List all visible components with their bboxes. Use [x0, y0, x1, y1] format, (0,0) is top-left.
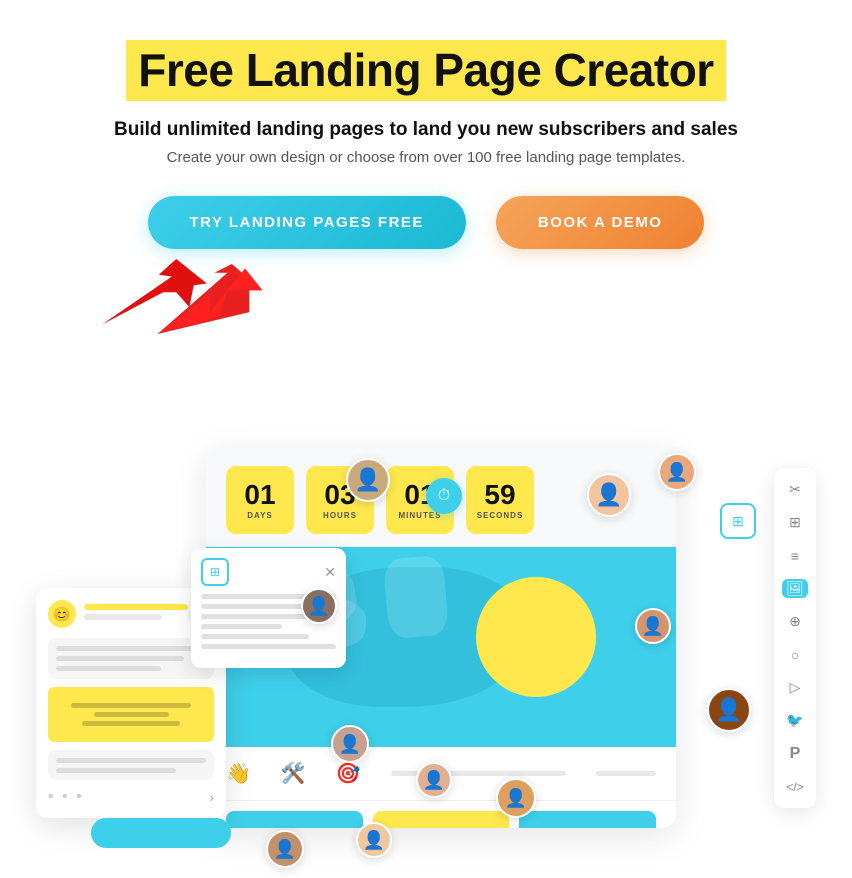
msg-line-5 — [56, 768, 176, 773]
yellow-line-1 — [71, 703, 191, 708]
avatar-face-3: 👤 — [589, 475, 629, 515]
main-title: Free Landing Page Creator — [138, 44, 713, 97]
avatar-face-8: 👤 — [418, 764, 450, 796]
avatar-2: 👤 — [658, 453, 696, 491]
avatar-face-7: 👤 — [333, 727, 367, 761]
avatar-face-6: 👤 — [709, 690, 749, 730]
avatar-8: 👤 — [416, 762, 452, 798]
right-toolbar: ✂ ⊞ ≡ 🖼 ⊕ ○ ▷ 🐦 P </> — [774, 468, 816, 808]
toolbar-scissors-icon[interactable]: ✂ — [782, 480, 808, 499]
subtitle-regular: Create your own design or choose from ov… — [60, 149, 792, 166]
icon-row-line-2 — [596, 771, 656, 776]
sun-circle — [476, 577, 596, 697]
tools-icon: 🛠️ — [281, 761, 306, 786]
bottom-cards-row — [206, 801, 676, 828]
count-days: 01 DAYS — [226, 466, 294, 534]
yellow-line-2 — [94, 712, 169, 717]
toolbar-play-icon[interactable]: ▷ — [782, 678, 808, 697]
chat-message-area — [48, 638, 214, 679]
msg-line-3 — [56, 666, 161, 671]
avatar-1: 👤 — [346, 458, 390, 502]
title-highlight: Free Landing Page Creator — [126, 40, 725, 101]
toolbar-p-icon[interactable]: P — [782, 744, 808, 763]
toolbar-layout-icon[interactable]: ⊞ — [782, 513, 808, 532]
close-icon[interactable]: ✕ — [324, 564, 336, 581]
avatar-5: 👤 — [635, 608, 671, 644]
subtitle-bold: Build unlimited landing pages to land yo… — [60, 119, 792, 141]
avatar-face-2: 👤 — [660, 455, 694, 489]
avatar-9: 👤 — [496, 778, 536, 818]
chat-dots: • • • — [48, 788, 84, 806]
bottom-card-blue-2 — [519, 811, 656, 828]
bottom-card-yellow — [373, 811, 510, 828]
red-arrow-pointing-icon — [90, 259, 210, 329]
seconds-label: SECONDS — [477, 511, 524, 520]
continent-3 — [383, 555, 450, 640]
avatar-3: 👤 — [587, 473, 631, 517]
chat-line-2 — [84, 614, 162, 620]
avatar-face-10: 👤 — [358, 824, 390, 856]
edit-line-2 — [201, 604, 309, 609]
avatar-6: 👤 — [707, 688, 751, 732]
toolbar-bird-icon[interactable]: 🐦 — [782, 711, 808, 730]
edit-line-5 — [201, 634, 309, 639]
hand-wave-icon: 👋 — [226, 761, 251, 786]
toolbar-code-icon[interactable]: </> — [782, 777, 808, 796]
book-demo-button[interactable]: BOOK A DEMO — [496, 196, 705, 249]
target-icon: 🎯 — [336, 761, 361, 786]
avatar-face-1: 👤 — [348, 460, 388, 500]
chat-avatar: 😊 — [48, 600, 76, 628]
bottom-card-blue-1 — [226, 811, 363, 828]
layout-floating-icon: ⊞ — [720, 503, 756, 539]
msg-line-4 — [56, 758, 206, 763]
toolbar-circle-icon[interactable]: ○ — [782, 645, 808, 664]
avatar-11: 👤 — [266, 830, 304, 868]
avatar-face-9: 👤 — [498, 780, 534, 816]
try-landing-pages-button[interactable]: TRY LANDING PAGES FREE — [148, 196, 466, 249]
avatar-face-5: 👤 — [637, 610, 669, 642]
edit-line-4 — [201, 624, 282, 629]
edit-line-6 — [201, 644, 336, 649]
avatar-face-4: 👤 — [303, 590, 335, 622]
toolbar-link-icon[interactable]: ⊕ — [782, 612, 808, 631]
msg-line-1 — [56, 646, 206, 651]
title-section: Free Landing Page Creator — [60, 40, 792, 101]
chat-message-area-2 — [48, 750, 214, 780]
avatar-face-11: 👤 — [268, 832, 302, 866]
chat-header: 😊 — [48, 600, 214, 628]
buttons-row: TRY LANDING PAGES FREE BOOK A DEMO — [60, 196, 792, 249]
timer-floating-icon: ⏱ — [426, 478, 462, 514]
hours-label: HOURS — [323, 511, 357, 520]
arrow-section — [60, 259, 792, 339]
edit-icon-box: ⊞ — [201, 558, 229, 586]
days-label: DAYS — [247, 511, 273, 520]
days-number: 01 — [244, 481, 275, 509]
toolbar-text-icon[interactable]: ≡ — [782, 546, 808, 565]
seconds-number: 59 — [484, 481, 515, 509]
chat-arrow: › — [209, 789, 214, 805]
edit-header: ⊞ ✕ — [201, 558, 336, 586]
chat-yellow-block — [48, 687, 214, 742]
blue-cta-button[interactable] — [91, 818, 231, 848]
avatar-10: 👤 — [356, 822, 392, 858]
yellow-line-3 — [82, 721, 180, 726]
chat-line-1 — [84, 604, 188, 610]
chat-footer: • • • › — [48, 788, 214, 806]
msg-line-2 — [56, 656, 184, 661]
avatar-7: 👤 — [331, 725, 369, 763]
count-seconds: 59 SECONDS — [466, 466, 534, 534]
preview-area: 💬 😊 • • — [36, 448, 816, 878]
page-wrapper: Free Landing Page Creator Build unlimite… — [0, 0, 852, 878]
avatar-4: 👤 — [301, 588, 337, 624]
toolbar-image-icon[interactable]: 🖼 — [782, 579, 808, 598]
